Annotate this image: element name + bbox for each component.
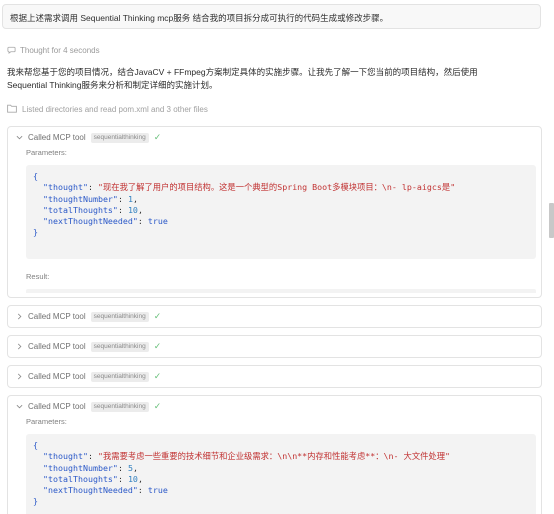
param-key: "thought": [43, 182, 88, 193]
param-value: true: [147, 216, 168, 227]
tool-tag: sequentialthinking: [90, 132, 149, 143]
mcp-card-title: Called MCP tool: [28, 342, 86, 351]
user-message-text: 根据上述需求调用 Sequential Thinking mcp服务 结合我的项…: [10, 13, 389, 23]
param-key: "totalThoughts": [43, 204, 118, 215]
check-icon: ✓: [153, 341, 162, 351]
mcp-card-title: Called MCP tool: [28, 312, 86, 321]
thought-toggle[interactable]: Thought for 4 seconds: [7, 44, 100, 56]
check-icon: ✓: [153, 371, 162, 381]
mcp-card-title: Called MCP tool: [28, 372, 86, 381]
code-brace: }: [33, 227, 38, 238]
tool-tag: sequentialthinking: [90, 341, 149, 352]
parameters-label: Parameters:: [26, 148, 67, 157]
code-brace: }: [33, 496, 38, 507]
param-value: "我需要考虑一些重要的技术细节和企业级需求：\n\n**内存和性能考虑**：\n…: [97, 451, 451, 462]
param-key: "thoughtNumber": [43, 462, 118, 473]
scrollbar-thumb[interactable]: [549, 203, 554, 238]
mcp-card-title: Called MCP tool: [28, 133, 86, 142]
mcp-call-card: Called MCP tool sequentialthinking ✓ Par…: [7, 395, 542, 514]
param-key: "thoughtNumber": [43, 193, 118, 204]
chat-panel: 根据上述需求调用 Sequential Thinking mcp服务 结合我的项…: [0, 0, 554, 514]
chevron-down-icon: [15, 403, 23, 411]
chevron-down-icon: [15, 134, 23, 142]
listed-files-toggle[interactable]: Listed directories and read pom.xml and …: [7, 104, 208, 115]
answer-line: 我来帮您基于您的项目情况，结合JavaCV + FFmpeg方案制定具体的实施步…: [7, 67, 478, 77]
tool-tag: sequentialthinking: [90, 401, 149, 412]
code-brace: {: [33, 171, 38, 181]
param-key: "nextThoughtNeeded": [43, 216, 138, 227]
param-key: "thought": [43, 451, 88, 462]
tool-tag: sequentialthinking: [90, 311, 149, 322]
check-icon: ✓: [153, 132, 162, 142]
mcp-card-header[interactable]: Called MCP tool sequentialthinking ✓: [8, 127, 541, 148]
mcp-call-card: Called MCP tool sequentialthinking ✓: [7, 335, 542, 358]
assistant-answer: 我来帮您基于您的项目情况，结合JavaCV + FFmpeg方案制定具体的实施步…: [7, 66, 545, 92]
chevron-right-icon: [15, 313, 23, 321]
param-value: "现在我了解了用户的项目结构。这是一个典型的Spring Boot多模块项目：\…: [97, 182, 456, 193]
result-label: Result:: [26, 272, 50, 281]
user-message: 根据上述需求调用 Sequential Thinking mcp服务 结合我的项…: [2, 4, 541, 29]
parameters-label: Parameters:: [26, 417, 67, 426]
mcp-card-header[interactable]: Called MCP tool sequentialthinking ✓: [8, 306, 541, 327]
param-key: "totalThoughts": [43, 473, 118, 484]
chevron-right-icon: [15, 373, 23, 381]
answer-line: Sequential Thinking服务来分析和制定详细的实施计划。: [7, 80, 218, 90]
thought-label: Thought for 4 seconds: [20, 45, 100, 55]
check-icon: ✓: [153, 401, 162, 411]
param-value: 10: [127, 473, 138, 484]
parameters-code: { "thought": "现在我了解了用户的项目结构。这是一个典型的Sprin…: [26, 165, 536, 259]
parameters-code: { "thought": "我需要考虑一些重要的技术细节和企业级需求：\n\n*…: [26, 434, 536, 514]
param-value: 1: [127, 193, 133, 204]
listed-files-label: Listed directories and read pom.xml and …: [22, 105, 208, 114]
result-code: [26, 289, 536, 293]
chevron-right-icon: [15, 343, 23, 351]
mcp-card-header[interactable]: Called MCP tool sequentialthinking ✓: [8, 396, 541, 417]
tool-tag: sequentialthinking: [90, 371, 149, 382]
mcp-call-card: Called MCP tool sequentialthinking ✓: [7, 365, 542, 388]
mcp-card-header[interactable]: Called MCP tool sequentialthinking ✓: [8, 366, 541, 387]
folder-icon: [7, 104, 17, 115]
mcp-call-card: Called MCP tool sequentialthinking ✓: [7, 305, 542, 328]
param-value: 5: [127, 462, 133, 473]
mcp-card-title: Called MCP tool: [28, 402, 86, 411]
param-value: 10: [127, 204, 138, 215]
mcp-call-card: Called MCP tool sequentialthinking ✓ Par…: [7, 126, 542, 298]
code-brace: {: [33, 440, 38, 450]
thought-bubble-icon: [7, 45, 16, 56]
check-icon: ✓: [153, 311, 162, 321]
param-key: "nextThoughtNeeded": [43, 485, 138, 496]
mcp-card-header[interactable]: Called MCP tool sequentialthinking ✓: [8, 336, 541, 357]
param-value: true: [147, 485, 168, 496]
